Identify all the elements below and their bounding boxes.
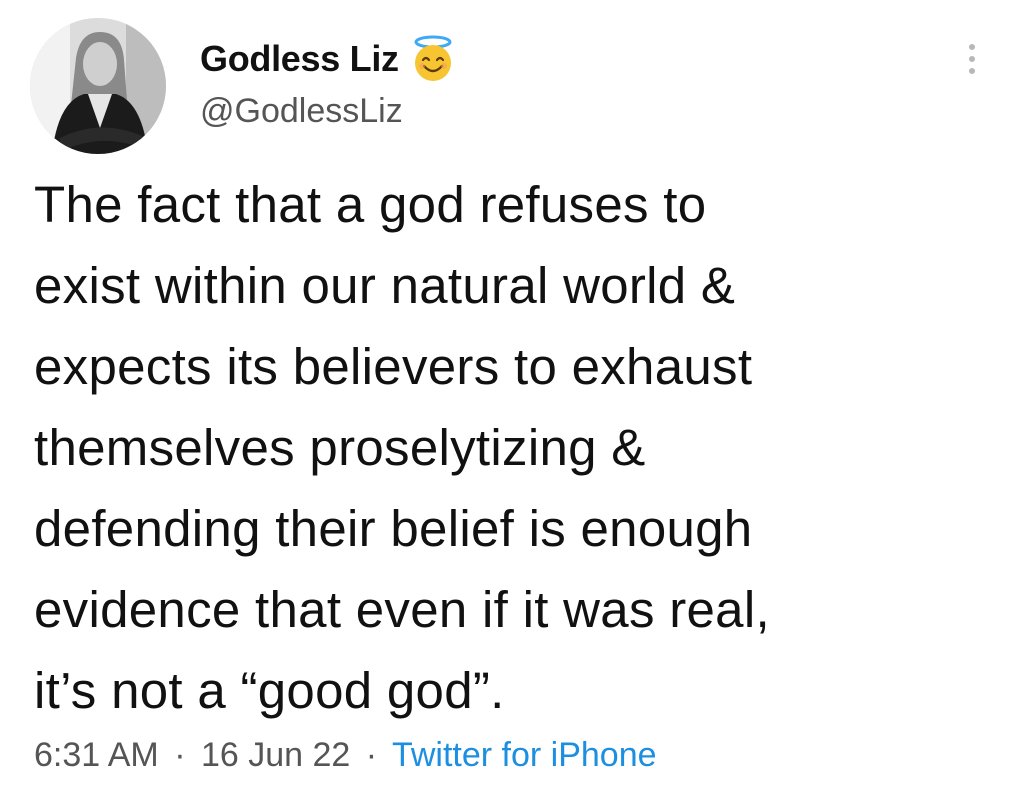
- tweet-text-line: exist within our natural world &: [34, 257, 736, 314]
- tweet-text-line: expects its believers to exhaust: [34, 338, 753, 395]
- tweet-text: The fact that a god refuses to exist wit…: [34, 164, 994, 731]
- separator-dot: ·: [174, 736, 186, 774]
- source-link[interactable]: Twitter for iPhone: [392, 736, 657, 774]
- tweet-text-line: evidence that even if it was real,: [34, 581, 770, 638]
- tweet-text-line: The fact that a god refuses to: [34, 176, 707, 233]
- handle[interactable]: @GodlessLiz: [200, 92, 455, 131]
- timestamp-time[interactable]: 6:31 AM: [34, 736, 159, 774]
- separator-dot: ·: [365, 736, 378, 774]
- profile-photo: [30, 18, 166, 154]
- display-name[interactable]: Godless Liz: [200, 38, 399, 80]
- author-header: Godless Liz @GodlessLiz: [200, 30, 455, 131]
- smiling-face-with-halo-icon: [411, 35, 455, 83]
- avatar[interactable]: [30, 18, 166, 154]
- tweet-metadata: 6:31 AM · 16 Jun 22 · Twitter for iPhone: [34, 736, 657, 775]
- tweet-text-line: it’s not a “good god”.: [34, 662, 505, 719]
- more-options-icon[interactable]: [962, 44, 982, 84]
- tweet-card: Godless Liz @GodlessLiz The fact that a …: [0, 0, 1024, 805]
- tweet-text-line: themselves proselytizing &: [34, 419, 646, 476]
- tweet-text-line: defending their belief is enough: [34, 500, 753, 557]
- name-row: Godless Liz: [200, 30, 455, 88]
- timestamp-date[interactable]: 16 Jun 22: [201, 736, 350, 774]
